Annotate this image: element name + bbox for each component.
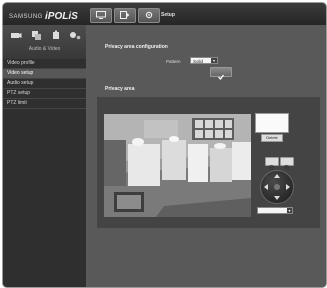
tab-setup[interactable] [138,8,160,23]
pattern-value: Solid [193,59,204,64]
sidebar-item-video-setup[interactable]: Video setup [3,69,86,79]
sidebar-menu: Video profile Video setup Audio setup PT… [3,59,86,109]
system-icon[interactable] [69,30,81,40]
check-icon [218,74,225,80]
tab-playback[interactable] [114,8,136,23]
sidebar-item-video-profile[interactable]: Video profile [3,59,86,69]
sidebar-item-ptz-limit[interactable]: PTZ limit [3,99,86,109]
privacy-area-list[interactable] [255,113,289,133]
current-section-label: Setup [161,12,175,18]
zoom-in-button[interactable] [280,157,294,171]
main-content: Privacy area configuration Pattern Solid… [87,25,326,287]
pattern-select[interactable]: Solid ▾ [190,57,218,64]
pan-right-arrow [286,184,290,190]
brand-prefix: SAMSUNG [9,14,43,20]
zoom-out-button[interactable] [265,157,279,170]
apply-button[interactable] [210,67,232,80]
top-bar: SAMSUNG iPOLiS Setup [3,3,326,25]
delete-button[interactable]: Delete [261,134,283,142]
sidebar-item-ptz-setup[interactable]: PTZ setup [3,89,86,99]
camera-icon[interactable] [10,30,22,40]
setup-gear-icon [145,11,153,19]
monitor-icon [96,11,106,19]
area-title: Privacy area [105,86,135,92]
playback-icon [120,11,130,19]
privacy-area-panel: Delete ▾ [97,97,320,228]
config-title: Privacy area configuration [105,44,168,50]
ptz-arrows-icon [264,174,290,200]
sidebar-item-audio-setup[interactable]: Audio setup [3,79,86,89]
event-icon[interactable] [50,30,62,40]
category-bar: Audio & Video [3,25,86,59]
pan-left-arrow [264,184,268,190]
ptz-speed-select[interactable]: ▾ [257,207,293,214]
pan-up-arrow [274,174,280,178]
pattern-label: Pattern [166,59,181,64]
category-label: Audio & Video [28,46,61,52]
camera-scene-image [104,114,251,217]
chevron-down-icon: ▾ [287,208,292,213]
network-icon[interactable] [30,30,42,40]
tab-monitor[interactable] [90,8,112,23]
browser-frame: SAMSUNG iPOLiS Setup Audio & Video Video… [2,2,327,288]
logo: SAMSUNG iPOLiS [9,10,78,22]
sidebar: Audio & Video Video profile Video setup … [3,25,87,287]
chevron-down-icon: ▾ [211,58,217,63]
zoom-in-icon [284,164,290,171]
pan-down-arrow [274,196,280,200]
brand-name: iPOLiS [45,11,78,22]
ptz-control-pad[interactable] [260,170,294,204]
video-preview[interactable] [104,114,251,217]
